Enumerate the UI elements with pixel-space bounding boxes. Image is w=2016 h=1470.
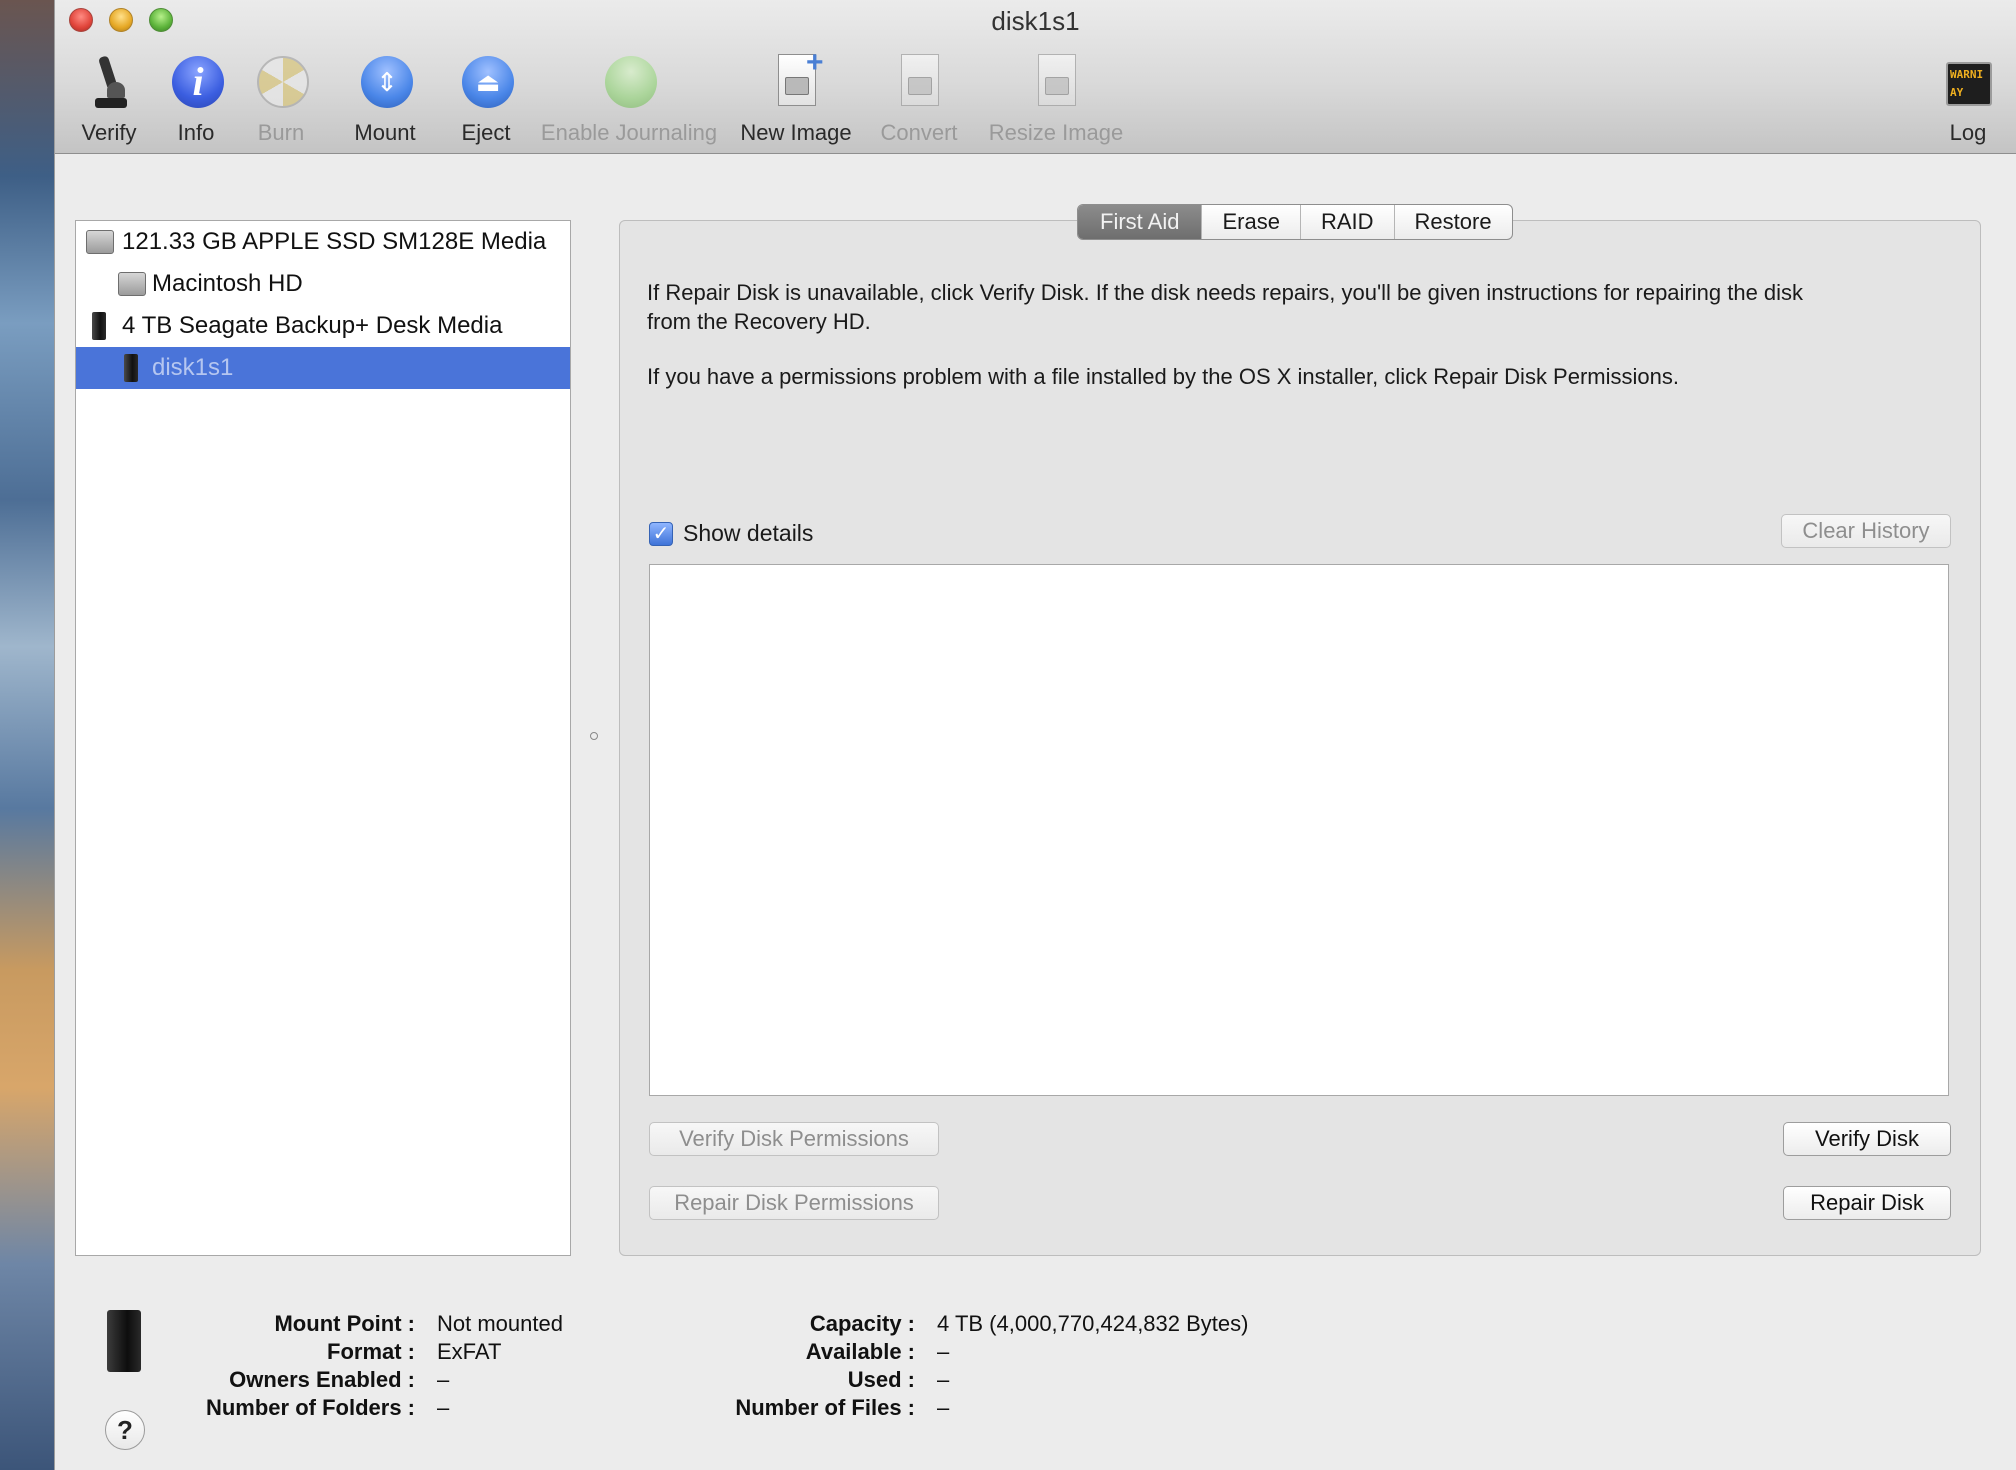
convert-label: Convert bbox=[880, 120, 958, 145]
enable-journaling-button[interactable]: Enable Journaling bbox=[531, 52, 727, 146]
convert-button[interactable]: Convert bbox=[873, 52, 965, 146]
capacity-value: 4 TB (4,000,770,424,832 Bytes) bbox=[937, 1311, 1249, 1336]
verify-disk-button[interactable]: Verify Disk bbox=[1783, 1122, 1951, 1156]
resize-image-icon bbox=[1024, 52, 1088, 114]
toolbar: disk1s1 Verify i Info Burn ⇕ Mount ⏏ Eje… bbox=[55, 0, 2016, 154]
eject-label: Eject bbox=[461, 120, 511, 145]
tab-first-aid[interactable]: First Aid bbox=[1078, 205, 1202, 239]
first-aid-instructions: If Repair Disk is unavailable, click Ver… bbox=[647, 278, 1967, 336]
capacity-key: Capacity : bbox=[809, 1311, 915, 1336]
format-value: ExFAT bbox=[437, 1339, 502, 1364]
new-image-button[interactable]: + New Image bbox=[735, 46, 857, 146]
new-image-icon: + bbox=[764, 46, 828, 114]
sidebar-item-apple-ssd[interactable]: 121.33 GB APPLE SSD SM128E Media bbox=[76, 221, 570, 263]
microscope-icon bbox=[77, 52, 141, 114]
desktop-background bbox=[0, 0, 56, 1470]
permissions-instructions: If you have a permissions problem with a… bbox=[647, 364, 1679, 389]
sidebar-item-label: 121.33 GB APPLE SSD SM128E Media bbox=[122, 228, 547, 255]
journaling-icon bbox=[597, 52, 661, 114]
clear-history-button[interactable]: Clear History bbox=[1781, 514, 1951, 548]
available-key: Available : bbox=[805, 1339, 915, 1364]
resize-image-button[interactable]: Resize Image bbox=[981, 52, 1131, 146]
show-details-label: Show details bbox=[683, 520, 814, 546]
owners-key-row: Owners Enabled : bbox=[155, 1366, 415, 1394]
log-label: Log bbox=[1949, 120, 1987, 145]
repair-disk-button[interactable]: Repair Disk bbox=[1783, 1186, 1951, 1220]
external-disk-icon bbox=[124, 354, 138, 382]
burn-icon bbox=[249, 52, 313, 114]
number-of-folders-key: Number of Folders : bbox=[205, 1395, 415, 1420]
mount-point-key-row: Mount Point : bbox=[155, 1310, 415, 1338]
internal-disk-icon bbox=[118, 272, 146, 296]
capacity-key-row: Capacity : bbox=[655, 1310, 915, 1338]
owners-enabled-value: – bbox=[437, 1367, 450, 1392]
burn-label: Burn bbox=[257, 120, 305, 145]
info-icon: i bbox=[164, 52, 228, 114]
mount-button[interactable]: ⇕ Mount bbox=[337, 52, 433, 146]
available-key-row: Available : bbox=[655, 1338, 915, 1366]
sidebar-item-label: 4 TB Seagate Backup+ Desk Media bbox=[122, 312, 503, 339]
show-details-checkbox[interactable]: ✓ bbox=[649, 522, 673, 546]
sidebar-item-disk1s1[interactable]: disk1s1 bbox=[76, 347, 570, 389]
log-button[interactable]: WARNI AY 7:36 Log bbox=[1933, 52, 2003, 146]
help-button[interactable]: ? bbox=[105, 1410, 145, 1450]
info-label: Info bbox=[177, 120, 215, 145]
eject-button[interactable]: ⏏ Eject bbox=[443, 52, 529, 146]
tab-bar: First Aid Erase RAID Restore bbox=[1077, 204, 1513, 240]
verify-label: Verify bbox=[81, 120, 137, 145]
split-view-handle[interactable] bbox=[590, 732, 598, 740]
log-icon-line-2: AY 7:36 bbox=[1950, 86, 1964, 99]
mount-icon: ⇕ bbox=[353, 52, 417, 114]
burn-button[interactable]: Burn bbox=[241, 52, 321, 146]
used-value: – bbox=[937, 1367, 950, 1392]
tab-raid[interactable]: RAID bbox=[1299, 205, 1394, 239]
folders-key-row: Number of Folders : bbox=[155, 1394, 415, 1422]
convert-icon bbox=[887, 52, 951, 114]
used-key-row: Used : bbox=[655, 1366, 915, 1394]
external-disk-icon bbox=[92, 312, 106, 340]
external-disk-icon bbox=[107, 1310, 141, 1372]
format-key: Format : bbox=[327, 1339, 415, 1364]
instruction-line-2: from the Recovery HD. bbox=[647, 309, 871, 334]
disk-source-list[interactable]: 121.33 GB APPLE SSD SM128E Media Macinto… bbox=[75, 220, 571, 1256]
sidebar-item-seagate[interactable]: 4 TB Seagate Backup+ Desk Media bbox=[76, 305, 570, 347]
new-image-label: New Image bbox=[740, 120, 852, 145]
verify-disk-permissions-button[interactable]: Verify Disk Permissions bbox=[649, 1122, 939, 1156]
repair-disk-permissions-button[interactable]: Repair Disk Permissions bbox=[649, 1186, 939, 1220]
files-key-row: Number of Files : bbox=[655, 1394, 915, 1422]
instruction-line-1: If Repair Disk is unavailable, click Ver… bbox=[647, 280, 1804, 305]
internal-disk-icon bbox=[86, 230, 114, 254]
number-of-files-value: – bbox=[937, 1395, 950, 1420]
info-button[interactable]: i Info bbox=[159, 52, 233, 146]
log-console-icon: WARNI AY 7:36 bbox=[1936, 52, 2000, 114]
format-key-row: Format : bbox=[155, 1338, 415, 1366]
available-value: – bbox=[937, 1339, 950, 1364]
disk-utility-window: disk1s1 Verify i Info Burn ⇕ Mount ⏏ Eje… bbox=[54, 0, 2016, 1470]
mount-point-key: Mount Point : bbox=[274, 1311, 415, 1336]
number-of-folders-value: – bbox=[437, 1395, 450, 1420]
owners-enabled-key: Owners Enabled : bbox=[229, 1367, 415, 1392]
sidebar-item-label: disk1s1 bbox=[152, 354, 234, 381]
window-title: disk1s1 bbox=[991, 6, 1080, 36]
log-icon-line-1: WARNI bbox=[1950, 68, 1984, 81]
mount-point-value: Not mounted bbox=[437, 1311, 563, 1336]
sidebar-item-macintosh-hd[interactable]: Macintosh HD bbox=[76, 263, 570, 305]
resize-image-label: Resize Image bbox=[988, 120, 1124, 145]
sidebar-item-label: Macintosh HD bbox=[152, 270, 303, 297]
eject-icon: ⏏ bbox=[454, 52, 518, 114]
tab-restore[interactable]: Restore bbox=[1393, 205, 1512, 239]
tab-erase[interactable]: Erase bbox=[1201, 205, 1299, 239]
mount-label: Mount bbox=[354, 120, 416, 145]
verify-button[interactable]: Verify bbox=[69, 52, 149, 146]
used-key: Used : bbox=[847, 1367, 915, 1392]
number-of-files-key: Number of Files : bbox=[735, 1395, 915, 1420]
enable-journaling-label: Enable Journaling bbox=[540, 120, 718, 145]
details-log-area[interactable] bbox=[649, 564, 1949, 1096]
